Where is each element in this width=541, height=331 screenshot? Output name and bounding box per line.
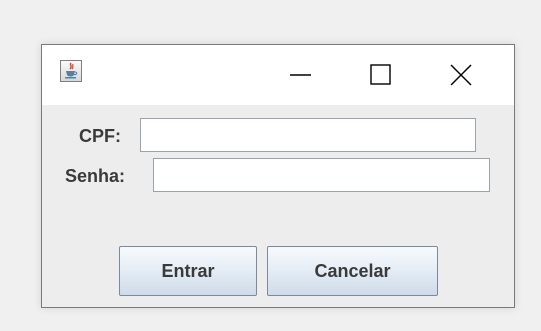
- entrar-button[interactable]: Entrar: [119, 246, 257, 296]
- cpf-label: CPF:: [79, 126, 121, 146]
- java-coffee-cup-icon[interactable]: [60, 60, 82, 82]
- cancelar-button[interactable]: Cancelar: [267, 246, 438, 296]
- minimize-icon: [290, 74, 311, 76]
- minimize-button[interactable]: [266, 45, 336, 105]
- senha-label: Senha:: [65, 166, 126, 186]
- login-window: CPF: Senha: Entrar Cancelar: [41, 44, 515, 308]
- form-panel: CPF: Senha: Entrar Cancelar: [42, 105, 514, 307]
- cpf-field[interactable]: [140, 118, 476, 152]
- close-button[interactable]: [426, 45, 496, 105]
- maximize-icon: [370, 64, 391, 85]
- title-bar[interactable]: [42, 45, 514, 105]
- maximize-button[interactable]: [346, 45, 416, 105]
- close-icon: [450, 64, 472, 86]
- senha-field[interactable]: [153, 158, 490, 192]
